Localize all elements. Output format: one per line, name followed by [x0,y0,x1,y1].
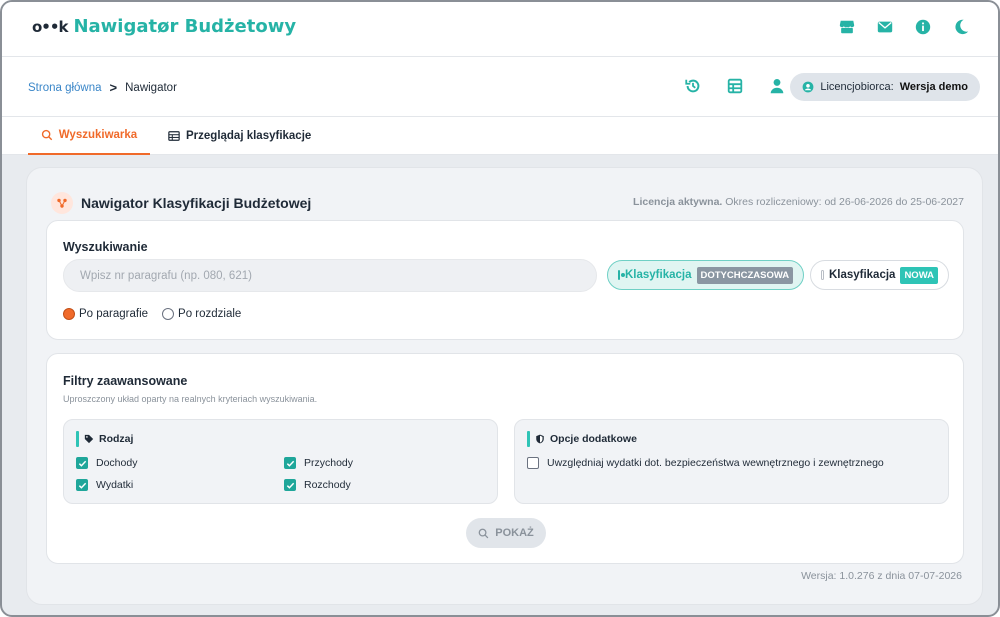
search-mode-group: Po paragrafie Po rozdziale [63,308,241,320]
type-filter-group: Rodzaj Dochody Przychody Wydatki Rozchod… [63,419,498,504]
type-group-header: Rodzaj [76,431,133,447]
tab-search-label: Wyszukiwarka [58,129,138,141]
app-title: Nawigatør Budżetowy [73,16,297,37]
table-icon[interactable] [726,77,744,95]
checkbox-label: Rozchody [304,479,351,491]
breadcrumb-current: Nawigator [125,81,177,94]
checkbox[interactable] [76,479,88,491]
checkbox[interactable] [284,457,296,469]
license-info: Licencja aktywna. Okres rozliczeniowy: o… [633,196,964,208]
checkbox-label: Dochody [96,457,138,469]
search-panel: Wyszukiwanie Klasyfikacja DOTYCHCZASOWA … [46,220,964,340]
checkbox-dochody[interactable]: Dochody [76,457,137,469]
accent-bar [527,431,530,447]
filters-panel: Filtry zaawansowane Uproszczony układ op… [46,353,964,564]
app-window: o••k Nawigatør Budżetowy Strona główna >… [0,0,1000,617]
user-icon[interactable] [768,77,786,95]
store-icon[interactable] [838,18,856,36]
mail-icon[interactable] [876,18,894,36]
classification-old-button[interactable]: Klasyfikacja DOTYCHCZASOWA [607,260,804,290]
user-circle-icon [802,81,814,93]
extra-group-header: Opcje dodatkowe [527,431,637,447]
mode-by-chapter-radio[interactable] [162,308,175,320]
classification-new-button[interactable]: Klasyfikacja NOWA [810,260,949,290]
checkbox[interactable] [76,457,88,469]
classification-old-badge: DOTYCHCZASOWA [696,266,794,284]
checkbox-wydatki[interactable]: Wydatki [76,479,133,491]
network-icon [51,192,73,214]
mode-by-paragraph-radio[interactable] [63,308,75,320]
tab-browse[interactable]: Przeglądaj klasyfikacje [168,117,311,155]
top-icons [838,18,970,36]
checkbox-label: Wydatki [96,479,134,491]
license-status: Licencja aktywna. [633,196,723,208]
tab-search[interactable]: Wyszukiwarka [28,117,150,155]
licensee-badge[interactable]: Licencjobiorca: Wersja demo [790,73,980,101]
checkbox-label: Uwzględniaj wydatki dot. bezpieczeństwa … [547,457,884,469]
shield-icon [536,434,544,444]
version-info: Wersja: 1.0.276 z dnia 07-07-2026 [801,570,962,582]
filters-subtitle: Uproszczony układ oparty na realnych kry… [63,394,318,404]
checkbox[interactable] [527,457,539,469]
type-group-title: Rodzaj [99,433,134,445]
extra-options-group: Opcje dodatkowe Uwzględniaj wydatki dot.… [514,419,949,504]
checkbox[interactable] [284,479,296,491]
search-icon [41,129,52,141]
filters-title: Filtry zaawansowane [63,374,188,388]
classification-new-label: Klasyfikacja [828,269,896,281]
search-icon [478,528,489,538]
main-card: Nawigator Klasyfikacji Budżetowej Licenc… [26,167,983,605]
tag-icon [84,434,94,444]
breadcrumb: Strona główna > Nawigator [28,80,177,95]
breadcrumb-separator: > [109,80,118,95]
classification-old-radio [618,270,625,280]
moon-icon[interactable] [952,18,970,36]
card-header: Nawigator Klasyfikacji Budżetowej [51,192,311,214]
checkbox-label: Przychody [304,457,354,469]
show-button[interactable]: POKAŻ [466,518,546,548]
toolbar-icons [684,77,786,95]
checkbox-rozchody[interactable]: Rozchody [284,479,351,491]
search-section-title: Wyszukiwanie [63,240,148,254]
mode-by-paragraph[interactable]: Po paragrafie [63,308,148,320]
licensee-value: Wersja demo [899,81,968,93]
mode-by-paragraph-label: Po paragrafie [79,308,149,320]
extra-group-title: Opcje dodatkowe [550,433,637,445]
tab-bar: Wyszukiwarka Przeglądaj klasyfikacje [2,117,998,155]
history-icon[interactable] [684,77,702,95]
search-input[interactable] [63,259,597,292]
classification-new-badge: NOWA [900,266,938,284]
mode-by-chapter-label: Po rozdziale [178,308,242,320]
table-icon [168,131,180,141]
classification-old-label: Klasyfikacja [625,269,692,281]
info-icon[interactable] [914,18,932,36]
mode-by-chapter[interactable]: Po rozdziale [162,308,241,320]
logo[interactable]: o••k Nawigatør Budżetowy [32,16,296,37]
classification-new-radio [821,270,824,280]
license-period: Okres rozliczeniowy: od 26-06-2026 do 25… [725,196,964,208]
navbar: Strona główna > Nawigator Licencjobiorca… [2,57,998,117]
checkbox-security-expenses[interactable]: Uwzględniaj wydatki dot. bezpieczeństwa … [527,457,884,469]
tab-browse-label: Przeglądaj klasyfikacje [186,130,312,142]
licensee-label: Licencjobiorca: [820,81,894,93]
accent-bar [76,431,79,447]
logo-mark: o••k [32,17,68,36]
show-button-label: POKAŻ [495,527,534,539]
page-title: Nawigator Klasyfikacji Budżetowej [81,195,312,211]
breadcrumb-home-link[interactable]: Strona główna [28,82,102,94]
top-header: o••k Nawigatør Budżetowy [2,2,998,57]
checkbox-przychody[interactable]: Przychody [284,457,353,469]
